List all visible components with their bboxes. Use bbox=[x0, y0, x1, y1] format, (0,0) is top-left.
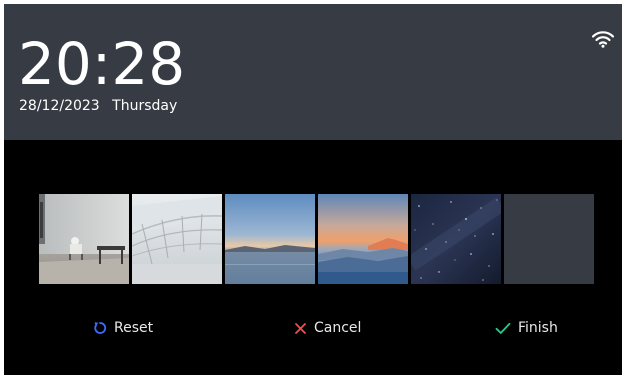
finish-button[interactable]: Finish bbox=[495, 316, 558, 340]
cancel-button[interactable]: Cancel bbox=[294, 316, 361, 340]
architecture-image bbox=[132, 194, 222, 284]
room-image bbox=[39, 194, 129, 284]
wallpaper-thumb-mountain-sunset[interactable] bbox=[318, 194, 408, 284]
wallpaper-thumb-starry-sky[interactable] bbox=[411, 194, 501, 284]
check-icon bbox=[495, 322, 511, 334]
starry-sky-image bbox=[411, 194, 501, 284]
date-text: 28/12/2023 bbox=[19, 98, 100, 114]
wallpaper-thumb-lake-sunset[interactable] bbox=[225, 194, 315, 284]
action-bar: Reset Cancel Finish bbox=[4, 316, 622, 340]
weekday-text: Thursday bbox=[112, 98, 178, 114]
cancel-label: Cancel bbox=[314, 320, 362, 336]
wifi-icon bbox=[592, 31, 614, 48]
wallpaper-thumb-room[interactable] bbox=[39, 194, 129, 284]
wallpaper-thumb-empty[interactable] bbox=[504, 194, 594, 284]
clock-time: 20:28 bbox=[18, 30, 186, 98]
reset-label: Reset bbox=[114, 320, 154, 336]
lake-sunset-image bbox=[225, 194, 315, 284]
mountain-sunset-image bbox=[318, 194, 408, 284]
close-icon bbox=[295, 322, 306, 334]
status-header: 20:28 28/12/2023 Thursday bbox=[4, 4, 622, 140]
finish-label: Finish bbox=[518, 320, 558, 336]
date-line: 28/12/2023 Thursday bbox=[19, 97, 185, 115]
reset-button[interactable]: Reset bbox=[93, 316, 153, 340]
screen: 20:28 28/12/2023 Thursday Reset Cancel F… bbox=[4, 4, 622, 375]
reset-icon bbox=[94, 322, 107, 334]
wallpaper-thumb-architecture[interactable] bbox=[132, 194, 222, 284]
wallpaper-strip bbox=[39, 194, 599, 284]
